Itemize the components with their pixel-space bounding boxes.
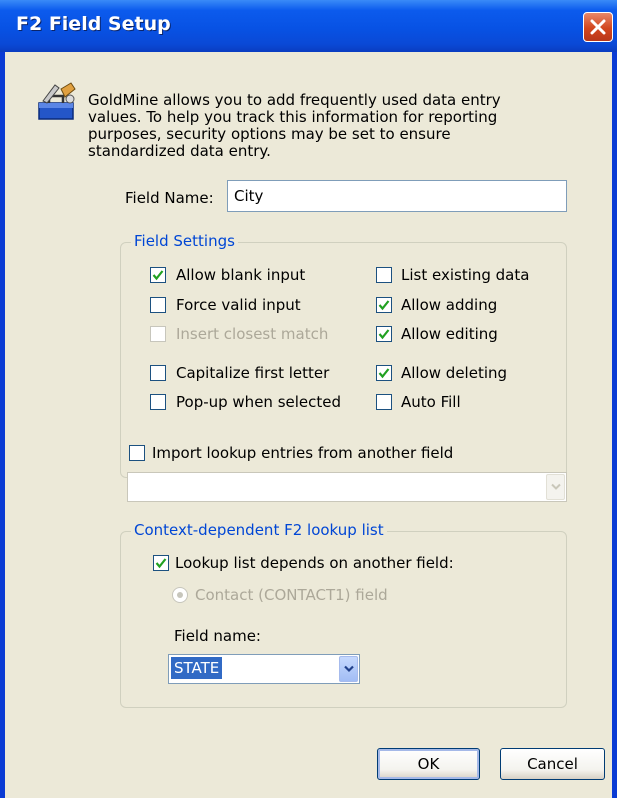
list-existing-label: List existing data — [401, 266, 530, 284]
import-lookup-select — [127, 472, 567, 502]
checkmark-icon — [155, 558, 167, 569]
capitalize-label: Capitalize first letter — [176, 364, 330, 382]
checkmark-icon — [152, 270, 164, 281]
allow-blank-label: Allow blank input — [176, 266, 306, 284]
import-lookup-dropdown-button — [546, 474, 565, 500]
contact-field-radio — [172, 587, 188, 603]
list-existing-checkbox[interactable] — [376, 267, 392, 283]
allow-deleting-label: Allow deleting — [401, 364, 508, 382]
context-lookup-legend: Context-dependent F2 lookup list — [131, 521, 387, 539]
force-valid-checkbox[interactable] — [150, 297, 166, 313]
allow-adding-label: Allow adding — [401, 296, 498, 314]
allow-editing-label: Allow editing — [401, 325, 498, 343]
description-text: GoldMine allows you to add frequently us… — [88, 91, 501, 160]
dialog-window: F2 Field Setup GoldMine allows you to ad… — [0, 0, 617, 798]
import-lookup-checkbox[interactable] — [129, 445, 145, 461]
allow-adding-checkbox[interactable] — [376, 297, 392, 313]
close-icon — [590, 19, 606, 35]
capitalize-checkbox[interactable] — [150, 365, 166, 381]
dialog-body: GoldMine allows you to add frequently us… — [5, 52, 612, 798]
allow-blank-checkbox[interactable] — [150, 267, 166, 283]
popup-selected-label: Pop-up when selected — [176, 393, 342, 411]
depends-label: Lookup list depends on another field: — [175, 554, 454, 572]
field-settings-legend: Field Settings — [131, 232, 238, 250]
checkmark-icon — [378, 300, 390, 311]
context-field-name-select[interactable]: STATE — [168, 654, 360, 684]
checkmark-icon — [378, 329, 390, 340]
close-button[interactable] — [583, 12, 613, 42]
toolbox-icon — [38, 82, 76, 120]
force-valid-label: Force valid input — [176, 296, 301, 314]
field-name-input[interactable]: City — [227, 180, 567, 212]
window-title: F2 Field Setup — [16, 13, 171, 35]
context-field-dropdown-button[interactable] — [339, 656, 358, 682]
insert-closest-label: Insert closest match — [176, 325, 329, 343]
contact-field-label: Contact (CONTACT1) field — [195, 586, 388, 604]
popup-selected-checkbox[interactable] — [150, 394, 166, 410]
checkmark-icon — [378, 368, 390, 379]
chevron-down-icon — [344, 665, 354, 673]
allow-deleting-checkbox[interactable] — [376, 365, 392, 381]
ok-button[interactable]: OK — [377, 748, 480, 780]
cancel-button[interactable]: Cancel — [500, 748, 605, 780]
import-lookup-label: Import lookup entries from another field — [152, 444, 454, 462]
auto-fill-checkbox[interactable] — [376, 394, 392, 410]
auto-fill-label: Auto Fill — [401, 393, 461, 411]
insert-closest-checkbox — [150, 326, 166, 342]
title-bar[interactable]: F2 Field Setup — [0, 0, 617, 52]
chevron-down-icon — [551, 483, 561, 490]
context-field-name-label: Field name: — [174, 627, 261, 645]
allow-editing-checkbox[interactable] — [376, 326, 392, 342]
context-field-name-value: STATE — [171, 657, 223, 679]
field-name-label: Field Name: — [125, 189, 214, 207]
depends-checkbox[interactable] — [153, 555, 169, 571]
